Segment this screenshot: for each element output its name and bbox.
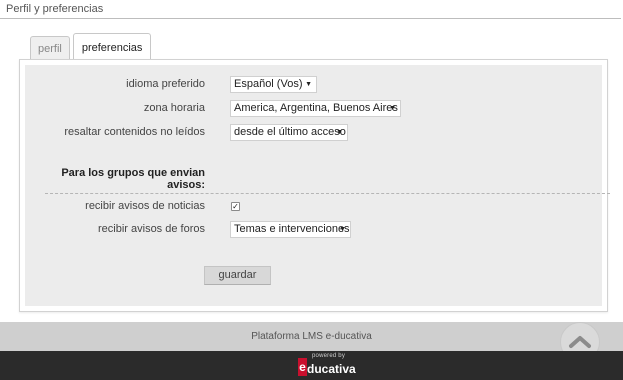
save-button[interactable]: guardar <box>204 266 271 285</box>
news-alerts-checkbox[interactable]: ✓ <box>231 202 240 211</box>
tab-perfil[interactable]: perfil <box>30 36 70 60</box>
page-title: Perfil y preferencias <box>6 3 104 15</box>
tab-preferencias[interactable]: preferencias <box>72 33 152 61</box>
chevron-down-icon: ▼ <box>389 105 396 112</box>
forum-alerts-select[interactable]: Temas e intervenciones ▼ <box>230 221 351 238</box>
footer-platform-bar: Plataforma LMS e-ducativa <box>0 322 623 351</box>
section-divider <box>45 193 610 194</box>
logo-e-mark: e <box>298 358 307 376</box>
title-divider <box>0 18 621 19</box>
preferences-panel: idioma preferido Español (Vos) ▼ zona ho… <box>19 59 610 312</box>
platform-text: Plataforma LMS e-ducativa <box>251 331 372 342</box>
highlight-select-value: desde el último acceso <box>234 126 346 138</box>
check-icon: ✓ <box>232 202 239 211</box>
highlight-label: resaltar contenidos no leídos <box>64 126 205 138</box>
logo-powered-by: powered by <box>312 353 346 359</box>
chevron-down-icon: ▼ <box>305 81 312 88</box>
timezone-select[interactable]: America, Argentina, Buenos Aires ▼ <box>230 100 401 117</box>
language-label: idioma preferido <box>126 78 205 90</box>
group-alerts-heading: Para los grupos que envian avisos: <box>61 167 205 191</box>
chevron-down-icon: ▼ <box>339 226 346 233</box>
footer-brand-bar: powered by e ducativa <box>0 351 623 380</box>
news-alerts-label: recibir avisos de noticias <box>85 200 205 212</box>
educativa-logo: powered by e ducativa <box>298 353 356 377</box>
forum-alerts-label: recibir avisos de foros <box>98 223 205 235</box>
language-select-value: Español (Vos) <box>234 78 303 90</box>
tab-bar: perfil preferencias <box>30 32 154 61</box>
timezone-label: zona horaria <box>143 102 205 114</box>
language-select[interactable]: Español (Vos) ▼ <box>230 76 317 93</box>
chevron-down-icon: ▼ <box>336 129 343 136</box>
highlight-select[interactable]: desde el último acceso ▼ <box>230 124 348 141</box>
preferences-form: idioma preferido Español (Vos) ▼ zona ho… <box>25 65 610 306</box>
timezone-select-value: America, Argentina, Buenos Aires <box>234 102 398 114</box>
logo-wordmark: ducativa <box>307 362 356 376</box>
forum-alerts-select-value: Temas e intervenciones <box>234 223 350 235</box>
